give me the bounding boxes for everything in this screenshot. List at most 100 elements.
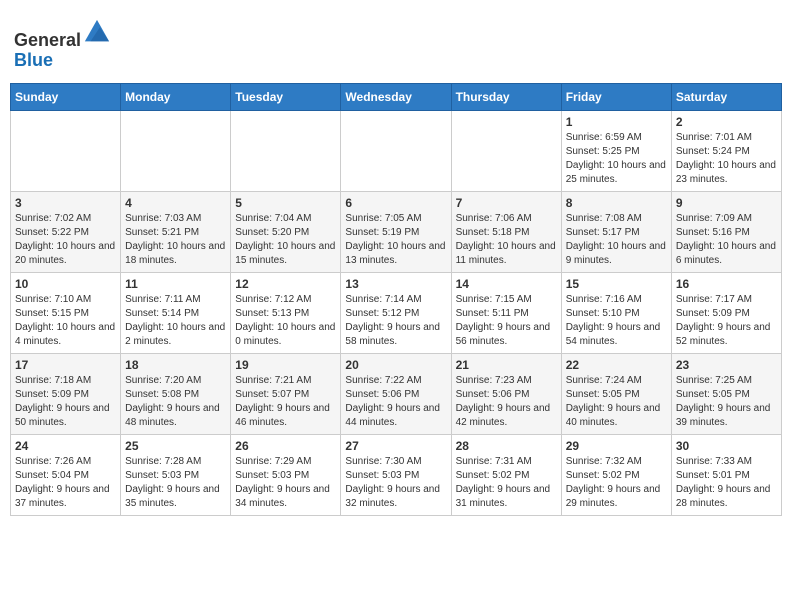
- week-row-2: 3 Sunrise: 7:02 AM Sunset: 5:22 PM Daylig…: [11, 191, 782, 272]
- day-info: Sunrise: 7:06 AM Sunset: 5:18 PM Dayligh…: [456, 212, 557, 268]
- calendar-cell: 14 Sunrise: 7:15 AM Sunset: 5:11 PM Dayli…: [451, 272, 561, 353]
- day-number: 9: [676, 196, 777, 210]
- calendar-cell: 20 Sunrise: 7:22 AM Sunset: 5:06 PM Dayli…: [341, 353, 451, 434]
- calendar-cell: 30 Sunrise: 7:33 AM Sunset: 5:01 PM Dayli…: [671, 434, 781, 515]
- day-number: 6: [345, 196, 446, 210]
- calendar-cell: 8Sunrise: 7:08 AM Sunset: 5:17 PM Daylig…: [561, 191, 671, 272]
- calendar-cell: 5Sunrise: 7:04 AM Sunset: 5:20 PM Daylig…: [231, 191, 341, 272]
- day-info: Sunrise: 7:21 AM Sunset: 5:07 PM Dayligh…: [235, 374, 336, 430]
- day-info: Sunrise: 7:09 AM Sunset: 5:16 PM Dayligh…: [676, 212, 777, 268]
- day-info: Sunrise: 7:02 AM Sunset: 5:22 PM Dayligh…: [15, 212, 116, 268]
- calendar-cell: 6 Sunrise: 7:05 AM Sunset: 5:19 PM Daylig…: [341, 191, 451, 272]
- calendar-table: SundayMondayTuesdayWednesdayThursdayFrid…: [10, 83, 782, 516]
- calendar-cell: 9 Sunrise: 7:09 AM Sunset: 5:16 PM Daylig…: [671, 191, 781, 272]
- weekday-header-sunday: Sunday: [11, 83, 121, 110]
- day-info: Sunrise: 7:16 AM Sunset: 5:10 PM Dayligh…: [566, 293, 667, 349]
- day-number: 5: [235, 196, 336, 210]
- logo-general: General: [14, 30, 81, 50]
- calendar-cell: 27 Sunrise: 7:30 AM Sunset: 5:03 PM Dayli…: [341, 434, 451, 515]
- day-number: 21: [456, 358, 557, 372]
- day-info: Sunrise: 7:11 AM Sunset: 5:14 PM Dayligh…: [125, 293, 226, 349]
- calendar-cell: 26Sunrise: 7:29 AM Sunset: 5:03 PM Dayli…: [231, 434, 341, 515]
- weekday-header-saturday: Saturday: [671, 83, 781, 110]
- calendar-cell: 18Sunrise: 7:20 AM Sunset: 5:08 PM Dayli…: [121, 353, 231, 434]
- calendar-cell: 3 Sunrise: 7:02 AM Sunset: 5:22 PM Daylig…: [11, 191, 121, 272]
- day-number: 12: [235, 277, 336, 291]
- day-number: 4: [125, 196, 226, 210]
- calendar-cell: 16 Sunrise: 7:17 AM Sunset: 5:09 PM Dayli…: [671, 272, 781, 353]
- day-number: 14: [456, 277, 557, 291]
- day-number: 19: [235, 358, 336, 372]
- day-number: 27: [345, 439, 446, 453]
- calendar-cell: [11, 110, 121, 191]
- logo-blue: Blue: [14, 50, 53, 70]
- day-number: 26: [235, 439, 336, 453]
- day-info: Sunrise: 7:30 AM Sunset: 5:03 PM Dayligh…: [345, 455, 446, 511]
- week-row-1: 1 Sunrise: 6:59 AM Sunset: 5:25 PM Daylig…: [11, 110, 782, 191]
- day-number: 16: [676, 277, 777, 291]
- week-row-5: 24Sunrise: 7:26 AM Sunset: 5:04 PM Dayli…: [11, 434, 782, 515]
- day-info: Sunrise: 7:24 AM Sunset: 5:05 PM Dayligh…: [566, 374, 667, 430]
- calendar-cell: 19 Sunrise: 7:21 AM Sunset: 5:07 PM Dayli…: [231, 353, 341, 434]
- weekday-header-thursday: Thursday: [451, 83, 561, 110]
- day-number: 3: [15, 196, 116, 210]
- day-number: 28: [456, 439, 557, 453]
- week-row-4: 17 Sunrise: 7:18 AM Sunset: 5:09 PM Dayli…: [11, 353, 782, 434]
- day-number: 7: [456, 196, 557, 210]
- calendar-cell: 10 Sunrise: 7:10 AM Sunset: 5:15 PM Dayli…: [11, 272, 121, 353]
- day-info: Sunrise: 7:18 AM Sunset: 5:09 PM Dayligh…: [15, 374, 116, 430]
- day-info: Sunrise: 7:08 AM Sunset: 5:17 PM Dayligh…: [566, 212, 667, 268]
- day-info: Sunrise: 7:17 AM Sunset: 5:09 PM Dayligh…: [676, 293, 777, 349]
- weekday-header-tuesday: Tuesday: [231, 83, 341, 110]
- logo: General Blue: [14, 18, 111, 71]
- calendar-cell: 15 Sunrise: 7:16 AM Sunset: 5:10 PM Dayli…: [561, 272, 671, 353]
- day-info: Sunrise: 7:28 AM Sunset: 5:03 PM Dayligh…: [125, 455, 226, 511]
- calendar-cell: 22 Sunrise: 7:24 AM Sunset: 5:05 PM Dayli…: [561, 353, 671, 434]
- day-info: Sunrise: 7:12 AM Sunset: 5:13 PM Dayligh…: [235, 293, 336, 349]
- day-number: 15: [566, 277, 667, 291]
- day-info: Sunrise: 7:10 AM Sunset: 5:15 PM Dayligh…: [15, 293, 116, 349]
- day-info: Sunrise: 7:31 AM Sunset: 5:02 PM Dayligh…: [456, 455, 557, 511]
- day-number: 11: [125, 277, 226, 291]
- day-info: Sunrise: 7:01 AM Sunset: 5:24 PM Dayligh…: [676, 131, 777, 187]
- calendar-cell: 1 Sunrise: 6:59 AM Sunset: 5:25 PM Daylig…: [561, 110, 671, 191]
- weekday-header-wednesday: Wednesday: [341, 83, 451, 110]
- day-info: Sunrise: 7:22 AM Sunset: 5:06 PM Dayligh…: [345, 374, 446, 430]
- logo-icon: [83, 18, 111, 46]
- day-info: Sunrise: 6:59 AM Sunset: 5:25 PM Dayligh…: [566, 131, 667, 187]
- calendar-cell: 13 Sunrise: 7:14 AM Sunset: 5:12 PM Dayli…: [341, 272, 451, 353]
- page-header: General Blue: [10, 10, 782, 79]
- calendar-cell: 4Sunrise: 7:03 AM Sunset: 5:21 PM Daylig…: [121, 191, 231, 272]
- calendar-cell: 23Sunrise: 7:25 AM Sunset: 5:05 PM Dayli…: [671, 353, 781, 434]
- day-number: 17: [15, 358, 116, 372]
- calendar-cell: [231, 110, 341, 191]
- day-number: 30: [676, 439, 777, 453]
- calendar-cell: [451, 110, 561, 191]
- day-number: 1: [566, 115, 667, 129]
- day-info: Sunrise: 7:05 AM Sunset: 5:19 PM Dayligh…: [345, 212, 446, 268]
- calendar-cell: 12 Sunrise: 7:12 AM Sunset: 5:13 PM Dayli…: [231, 272, 341, 353]
- calendar-cell: 28 Sunrise: 7:31 AM Sunset: 5:02 PM Dayli…: [451, 434, 561, 515]
- weekday-header-friday: Friday: [561, 83, 671, 110]
- day-number: 20: [345, 358, 446, 372]
- day-number: 22: [566, 358, 667, 372]
- day-info: Sunrise: 7:32 AM Sunset: 5:02 PM Dayligh…: [566, 455, 667, 511]
- calendar-cell: 29 Sunrise: 7:32 AM Sunset: 5:02 PM Dayli…: [561, 434, 671, 515]
- calendar-cell: 24Sunrise: 7:26 AM Sunset: 5:04 PM Dayli…: [11, 434, 121, 515]
- day-number: 25: [125, 439, 226, 453]
- calendar-cell: 17 Sunrise: 7:18 AM Sunset: 5:09 PM Dayli…: [11, 353, 121, 434]
- day-info: Sunrise: 7:14 AM Sunset: 5:12 PM Dayligh…: [345, 293, 446, 349]
- day-info: Sunrise: 7:15 AM Sunset: 5:11 PM Dayligh…: [456, 293, 557, 349]
- calendar-cell: [121, 110, 231, 191]
- week-row-3: 10 Sunrise: 7:10 AM Sunset: 5:15 PM Dayli…: [11, 272, 782, 353]
- day-number: 13: [345, 277, 446, 291]
- day-number: 2: [676, 115, 777, 129]
- calendar-cell: 7 Sunrise: 7:06 AM Sunset: 5:18 PM Daylig…: [451, 191, 561, 272]
- day-info: Sunrise: 7:33 AM Sunset: 5:01 PM Dayligh…: [676, 455, 777, 511]
- day-number: 29: [566, 439, 667, 453]
- weekday-header-row: SundayMondayTuesdayWednesdayThursdayFrid…: [11, 83, 782, 110]
- day-info: Sunrise: 7:23 AM Sunset: 5:06 PM Dayligh…: [456, 374, 557, 430]
- calendar-cell: [341, 110, 451, 191]
- day-number: 10: [15, 277, 116, 291]
- weekday-header-monday: Monday: [121, 83, 231, 110]
